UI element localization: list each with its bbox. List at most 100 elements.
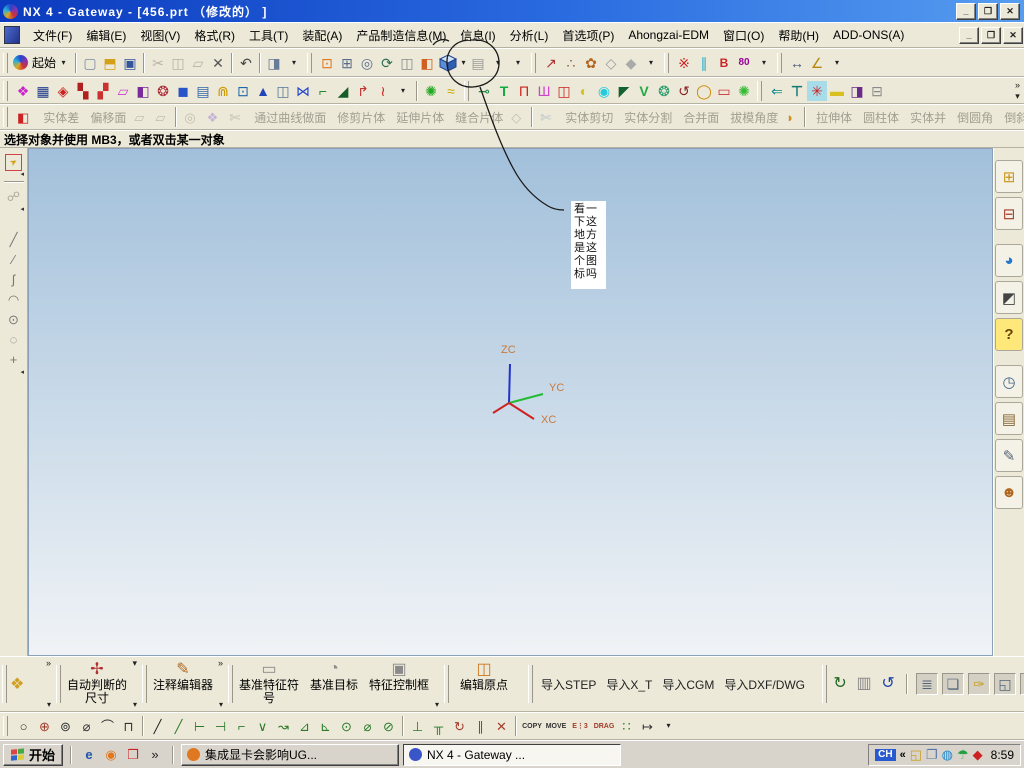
- red-stool-icon[interactable]: Π: [514, 81, 534, 101]
- antivirus-umbrella-icon[interactable]: ☂: [957, 748, 969, 761]
- export-image-icon[interactable]: ▥: [854, 674, 874, 694]
- dropdown-arrow-icon[interactable]: ▾: [488, 53, 508, 73]
- sketch-tool-icon[interactable]: ❖: [10, 674, 24, 694]
- menu-item[interactable]: 视图(V): [133, 25, 187, 46]
- pattern-points-icon[interactable]: ∷: [616, 716, 637, 736]
- import-cgm-button[interactable]: 导入CGM: [657, 676, 719, 693]
- slot-icon[interactable]: ⌐: [313, 81, 333, 101]
- circle-tool-icon[interactable]: ○: [13, 716, 34, 736]
- constraint-midpoint-icon[interactable]: ╥: [428, 716, 449, 736]
- form-feature-icon[interactable]: ▞: [93, 81, 113, 101]
- dim-diameter-icon[interactable]: ⌀: [357, 716, 378, 736]
- prism-icon[interactable]: ▲: [253, 81, 273, 101]
- subtract-body-button[interactable]: 实体差: [36, 109, 83, 126]
- bowtie-icon[interactable]: ⋈: [293, 81, 313, 101]
- toolbar-overflow[interactable]: » ▾: [1015, 80, 1020, 101]
- close-button[interactable]: ✕: [1000, 2, 1020, 20]
- film-icon[interactable]: ⊟: [867, 81, 887, 101]
- dim-perpendicular-icon[interactable]: ⊾: [315, 716, 336, 736]
- radius-dim-icon[interactable]: ⌀: [76, 716, 97, 736]
- chevron-double-icon[interactable]: »: [218, 659, 223, 668]
- disabled-patch-icon[interactable]: ❖: [203, 109, 226, 126]
- paste-icon[interactable]: ▱: [188, 53, 208, 73]
- vector-arrows-icon[interactable]: ↱: [353, 81, 373, 101]
- minimize-button[interactable]: _: [956, 2, 976, 20]
- undo-icon[interactable]: ↶: [236, 53, 256, 73]
- gray-solid-icon[interactable]: ◆: [621, 53, 641, 73]
- flyout-arrow-icon[interactable]: ◂: [20, 206, 24, 213]
- wedge-icon[interactable]: ◢: [333, 81, 353, 101]
- form-feature-icon[interactable]: ◫: [273, 81, 293, 101]
- yellow-ball-icon[interactable]: ◐: [574, 81, 594, 101]
- dim-angle-icon[interactable]: ∨: [252, 716, 273, 736]
- roles-icon[interactable]: ☻: [995, 476, 1023, 509]
- dashed-gear-icon[interactable]: ✺: [734, 81, 754, 101]
- zoom-box-icon[interactable]: ⊞: [337, 53, 357, 73]
- child-close-button[interactable]: ✕: [1003, 26, 1023, 44]
- annotation-editor-button[interactable]: ✎ 注释编辑器: [150, 658, 216, 710]
- extrude-button[interactable]: 拉伸体: [809, 109, 856, 126]
- menu-item[interactable]: 帮助(H): [771, 25, 826, 46]
- inferred-dimension-button[interactable]: ✢ 自动判断的尺寸: [64, 658, 130, 710]
- extend-sheet-button[interactable]: 延伸片体: [389, 109, 448, 126]
- datum-target-button[interactable]: ◔ 基准目标: [302, 658, 366, 710]
- dim-leader-icon[interactable]: ⌐: [231, 716, 252, 736]
- profile-corner-icon[interactable]: ⊓: [118, 716, 139, 736]
- import-dxf-dwg-button[interactable]: 导入DXF/DWG: [719, 676, 810, 693]
- line-endpoints-icon[interactable]: ╱: [168, 716, 189, 736]
- internet-explorer-icon[interactable]: e: [79, 745, 99, 765]
- through-curve-mesh-button[interactable]: 通过曲线做面: [247, 109, 330, 126]
- menu-item[interactable]: 文件(F): [26, 25, 79, 46]
- selection-filter-icon[interactable]: ➤: [5, 154, 22, 171]
- palette-icon[interactable]: ✿: [581, 53, 601, 73]
- copy-tool-icon[interactable]: COPY: [520, 716, 544, 736]
- menu-item[interactable]: 格式(R): [187, 25, 242, 46]
- trim-sheet-button[interactable]: 修剪片体: [330, 109, 389, 126]
- assembly-navigator-icon[interactable]: ⊞: [995, 160, 1023, 193]
- green-flag-icon[interactable]: ◤: [614, 81, 634, 101]
- taskbar-task-button[interactable]: 集成显卡会影响UG...: [181, 743, 400, 766]
- pan-view-icon[interactable]: ◫: [397, 53, 417, 73]
- help-bubble-icon[interactable]: ?: [995, 318, 1023, 351]
- layer-80-icon[interactable]: 80: [734, 53, 754, 73]
- taskbar-task-button[interactable]: NX 4 - Gateway ...: [403, 743, 622, 766]
- solidworks-icon[interactable]: ❒: [123, 745, 143, 765]
- rotate-view-icon[interactable]: ⟳: [377, 53, 397, 73]
- dropdown-arrow-icon[interactable]: ▾: [59, 58, 68, 67]
- dim-vertical-icon[interactable]: ⊣: [210, 716, 231, 736]
- datum-feature-symbol-button[interactable]: ▭ 基准特征符号: [236, 658, 302, 710]
- dropdown-arrow-icon[interactable]: ▾: [658, 716, 679, 736]
- dim-target-icon[interactable]: ⊙: [336, 716, 357, 736]
- form-feature-icon[interactable]: ◈: [53, 81, 73, 101]
- tray-chevron-icon[interactable]: «: [900, 749, 906, 761]
- monitor-icon[interactable]: ⊡: [233, 81, 253, 101]
- edit-e3-icon[interactable]: E⋮3: [568, 716, 592, 736]
- red-box-icon[interactable]: ◫: [554, 81, 574, 101]
- recycle-rotate-icon[interactable]: ↻: [830, 674, 850, 694]
- disabled-sheet-icon[interactable]: ▱: [151, 109, 172, 126]
- dropdown-arrow-icon[interactable]: ▾: [435, 701, 439, 709]
- line-point-icon[interactable]: ∕: [3, 249, 25, 269]
- text-list-icon[interactable]: ≣: [916, 673, 939, 695]
- blend-button[interactable]: 倒圆角: [950, 109, 997, 126]
- cyan-filter-icon[interactable]: ∥: [694, 53, 714, 73]
- part-navigator-icon[interactable]: ⊟: [995, 197, 1023, 230]
- cascade-windows-icon[interactable]: ❏: [942, 673, 965, 695]
- patterned-sphere-icon[interactable]: ❂: [654, 81, 674, 101]
- overlap-squares-icon[interactable]: ◱: [994, 673, 1017, 695]
- dim-horizontal-icon[interactable]: ⊢: [189, 716, 210, 736]
- dropdown-arrow-icon[interactable]: ▾: [459, 58, 468, 67]
- draft-angle-button[interactable]: 拔模角度: [723, 109, 782, 126]
- datum-plane-icon[interactable]: ▱: [113, 81, 133, 101]
- child-restore-button[interactable]: ❐: [981, 26, 1001, 44]
- messenger-globe-icon[interactable]: ◍: [942, 748, 953, 761]
- zoom-icon[interactable]: ◎: [357, 53, 377, 73]
- history-icon[interactable]: ◷: [995, 365, 1023, 398]
- cut-icon[interactable]: ✂: [148, 53, 168, 73]
- open-part-icon[interactable]: ⬒: [100, 53, 120, 73]
- form-feature-icon[interactable]: ❖: [13, 81, 33, 101]
- green-gear-ring-icon[interactable]: ✺: [421, 81, 441, 101]
- cube-icon[interactable]: ◼: [173, 81, 193, 101]
- circle-line-icon[interactable]: ⊚: [55, 716, 76, 736]
- orient-axis-icon[interactable]: ↦: [637, 716, 658, 736]
